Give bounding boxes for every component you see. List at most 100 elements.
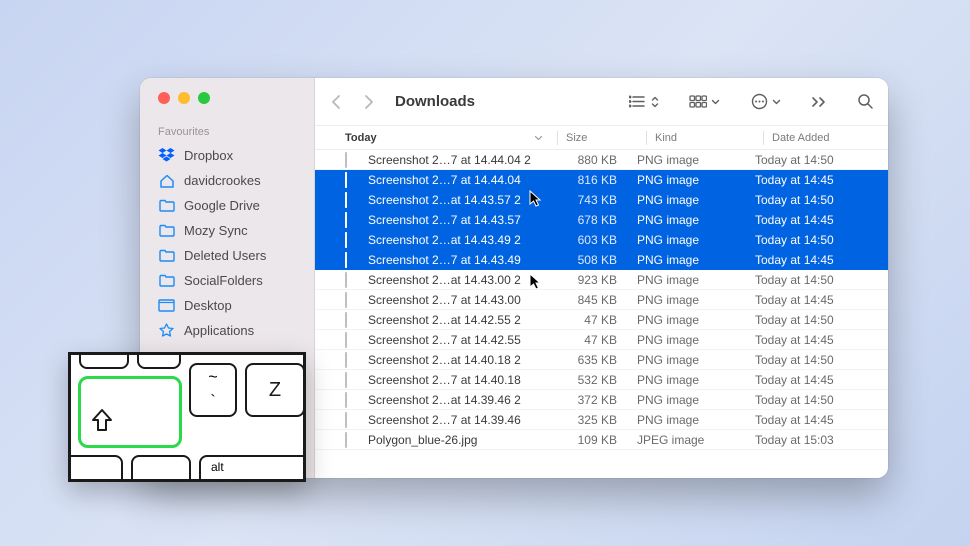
file-row[interactable]: Screenshot 2…7 at 14.44.04 2880 KBPNG im… [315,150,888,170]
toolbar: Downloads [315,78,888,126]
sidebar-item-label: Desktop [184,298,232,313]
file-kind: PNG image [637,293,745,307]
file-size: 678 KB [557,213,637,227]
file-row[interactable]: Screenshot 2…at 14.39.46 2372 KBPNG imag… [315,390,888,410]
mouse-cursor-icon [529,273,543,291]
file-row[interactable]: Screenshot 2…7 at 14.43.00845 KBPNG imag… [315,290,888,310]
sidebar-item-label: Mozy Sync [184,223,248,238]
alt-key: alt [199,455,306,482]
file-thumbnail-icon [345,433,361,447]
file-kind: PNG image [637,193,745,207]
forward-button[interactable] [361,95,375,109]
file-thumbnail-icon [345,193,361,207]
chevron-down-icon [711,99,720,105]
file-date-added: Today at 15:03 [745,433,888,447]
tilde-key: ~ ` [189,363,237,417]
action-menu-button[interactable] [750,94,781,110]
sidebar-item-applications[interactable]: Applications [140,318,314,343]
sidebar-item-label: Deleted Users [184,248,266,263]
home-icon [158,172,175,189]
file-kind: PNG image [637,353,745,367]
back-button[interactable] [329,95,343,109]
file-size: 923 KB [557,273,637,287]
file-kind: JPEG image [637,433,745,447]
sidebar-item-deleted-users[interactable]: Deleted Users [140,243,314,268]
file-date-added: Today at 14:50 [745,153,888,167]
file-list: Screenshot 2…7 at 14.44.04 2880 KBPNG im… [315,150,888,478]
file-size: 845 KB [557,293,637,307]
column-name[interactable]: Today [345,132,557,144]
sidebar-item-mozy-sync[interactable]: Mozy Sync [140,218,314,243]
zoom-button[interactable] [198,92,210,104]
file-kind: PNG image [637,173,745,187]
file-row[interactable]: Screenshot 2…at 14.42.55 247 KBPNG image… [315,310,888,330]
file-row[interactable]: Screenshot 2…7 at 14.39.46325 KBPNG imag… [315,410,888,430]
file-row[interactable]: Screenshot 2…7 at 14.42.5547 KBPNG image… [315,330,888,350]
sidebar-item-desktop[interactable]: Desktop [140,293,314,318]
column-kind[interactable]: Kind [655,132,763,144]
file-date-added: Today at 14:50 [745,273,888,287]
column-date-added[interactable]: Date Added [772,132,888,144]
file-name: Screenshot 2…7 at 14.43.00 [368,293,557,307]
file-size: 816 KB [557,173,637,187]
file-date-added: Today at 14:45 [745,213,888,227]
file-row[interactable]: Screenshot 2…at 14.40.18 2635 KBPNG imag… [315,350,888,370]
keyboard-inset: ~ ` Z alt [68,352,306,482]
sidebar-item-davidcrookes[interactable]: davidcrookes [140,168,314,193]
file-kind: PNG image [637,273,745,287]
file-name: Screenshot 2…7 at 14.43.49 [368,253,557,267]
file-thumbnail-icon [345,253,361,267]
file-thumbnail-icon [345,213,361,227]
grid-icon [689,94,707,110]
file-thumbnail-icon [345,273,361,287]
close-button[interactable] [158,92,170,104]
file-kind: PNG image [637,373,745,387]
file-row[interactable]: Polygon_blue-26.jpg109 KBJPEG imageToday… [315,430,888,450]
file-date-added: Today at 14:45 [745,293,888,307]
file-row[interactable]: Screenshot 2…at 14.43.00 2923 KBPNG imag… [315,270,888,290]
sidebar-item-label: SocialFolders [184,273,263,288]
sidebar-item-socialfolders[interactable]: SocialFolders [140,268,314,293]
sidebar-item-label: Applications [184,323,254,338]
group-label: Today [345,132,377,144]
minimize-button[interactable] [178,92,190,104]
file-size: 372 KB [557,393,637,407]
file-name: Screenshot 2…at 14.40.18 2 [368,353,557,367]
view-list-button[interactable] [629,94,659,110]
file-row[interactable]: Screenshot 2…7 at 14.44.04816 KBPNG imag… [315,170,888,190]
file-name: Screenshot 2…at 14.42.55 2 [368,313,557,327]
sidebar-item-dropbox[interactable]: Dropbox [140,143,314,168]
search-button[interactable] [857,93,874,110]
file-size: 743 KB [557,193,637,207]
group-button[interactable] [689,94,720,110]
file-name: Screenshot 2…at 14.39.46 2 [368,393,557,407]
shift-glyph [91,408,113,437]
z-key: Z [245,363,305,417]
file-kind: PNG image [637,233,745,247]
column-size[interactable]: Size [566,132,646,144]
file-kind: PNG image [637,413,745,427]
file-name: Screenshot 2…7 at 14.44.04 [368,173,557,187]
file-size: 532 KB [557,373,637,387]
sidebar-item-google-drive[interactable]: Google Drive [140,193,314,218]
desktop-icon [158,297,175,314]
more-button[interactable] [811,96,827,108]
file-thumbnail-icon [345,313,361,327]
file-row[interactable]: Screenshot 2…at 14.43.49 2603 KBPNG imag… [315,230,888,250]
file-size: 880 KB [557,153,637,167]
file-thumbnail-icon [345,413,361,427]
file-thumbnail-icon [345,353,361,367]
file-row[interactable]: Screenshot 2…7 at 14.40.18532 KBPNG imag… [315,370,888,390]
file-thumbnail-icon [345,373,361,387]
file-size: 47 KB [557,313,637,327]
file-row[interactable]: Screenshot 2…7 at 14.43.49508 KBPNG imag… [315,250,888,270]
folder-icon [158,247,175,264]
file-row[interactable]: Screenshot 2…at 14.43.57 2743 KBPNG imag… [315,190,888,210]
file-size: 109 KB [557,433,637,447]
file-size: 47 KB [557,333,637,347]
file-thumbnail-icon [345,233,361,247]
mouse-cursor-icon [529,190,543,208]
file-kind: PNG image [637,213,745,227]
main-content: Downloads [315,78,888,478]
file-row[interactable]: Screenshot 2…7 at 14.43.57678 KBPNG imag… [315,210,888,230]
